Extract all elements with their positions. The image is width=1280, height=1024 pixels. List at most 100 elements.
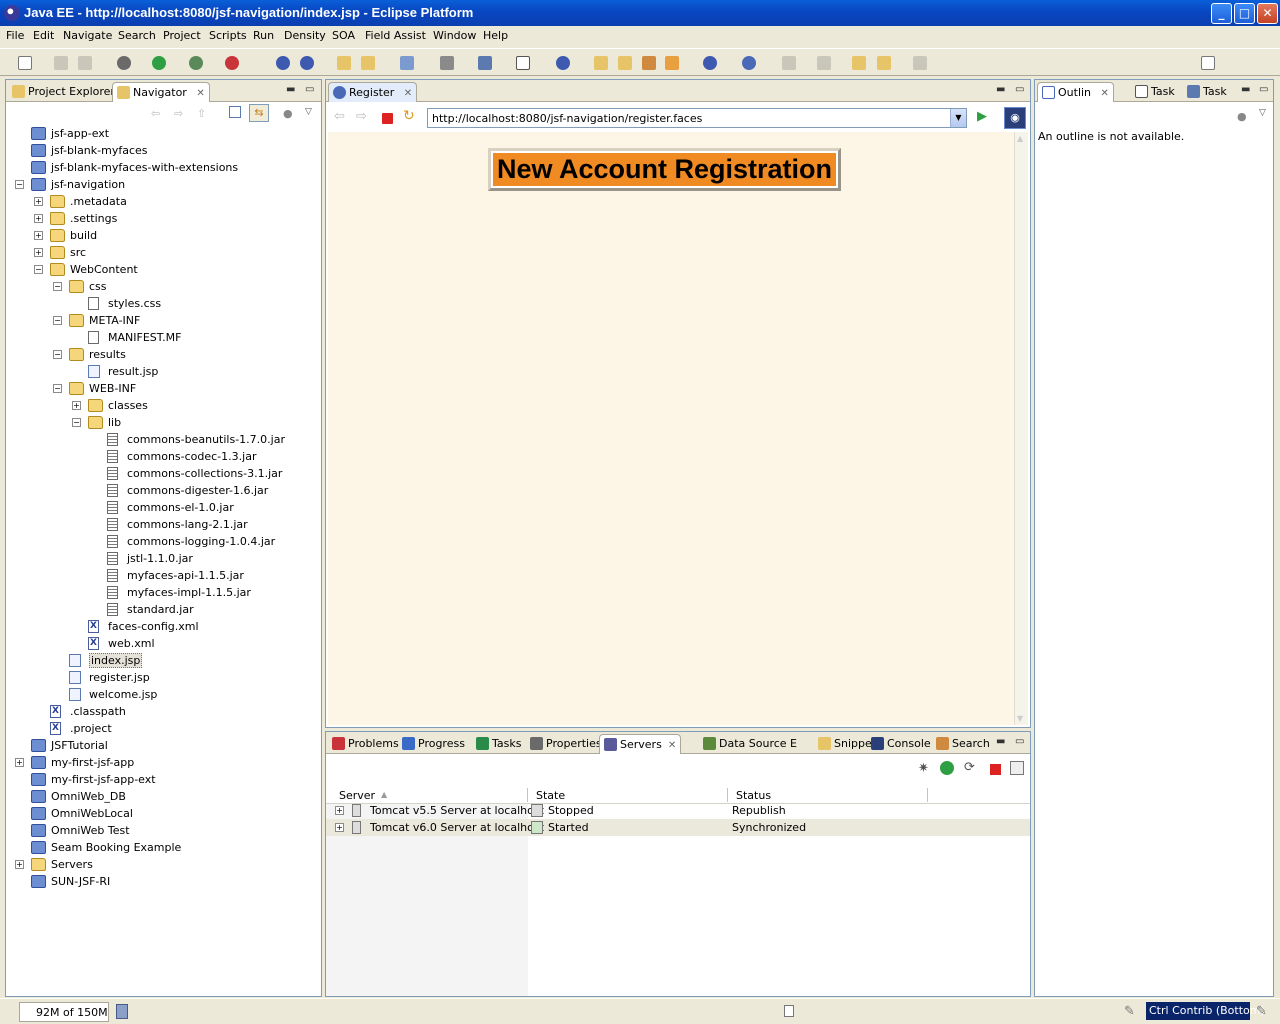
- menu-help[interactable]: Help: [483, 29, 508, 42]
- pen-icon[interactable]: ✎: [1256, 1004, 1267, 1019]
- tab-progress[interactable]: Progress: [398, 734, 469, 754]
- view-menu-icon[interactable]: ▽: [305, 107, 312, 117]
- tree-item[interactable]: X .classpath: [6, 703, 321, 720]
- quick-edit-icon[interactable]: ✎: [1124, 1004, 1135, 1019]
- maximize-view-icon[interactable]: ▭: [305, 84, 314, 95]
- collapse-icon[interactable]: −: [53, 282, 62, 291]
- scroll-down-icon[interactable]: ▼: [1017, 714, 1023, 723]
- stop-server-icon[interactable]: [990, 764, 1001, 775]
- collapse-icon[interactable]: −: [15, 180, 24, 189]
- tree-item[interactable]: jsf-app-ext: [6, 125, 321, 142]
- menu-file[interactable]: File: [6, 29, 24, 42]
- tree-item[interactable]: welcome.jsp: [6, 686, 321, 703]
- tab-register[interactable]: Register ✕: [328, 82, 418, 102]
- tab-search[interactable]: Search: [932, 734, 994, 754]
- publish-icon[interactable]: [1010, 761, 1024, 775]
- tree-item[interactable]: − results: [6, 346, 321, 363]
- tree-item[interactable]: Seam Booking Example: [6, 839, 321, 856]
- external-tools-icon[interactable]: [225, 56, 239, 70]
- tree-item[interactable]: commons-logging-1.0.4.jar: [6, 533, 321, 550]
- run-icon[interactable]: [152, 56, 166, 70]
- tree-item[interactable]: − META-INF: [6, 312, 321, 329]
- maximize-button[interactable]: □: [1234, 3, 1255, 24]
- open-type-icon[interactable]: [337, 56, 351, 70]
- tree-item[interactable]: result.jsp: [6, 363, 321, 380]
- link-with-editor-icon[interactable]: ⇆: [249, 104, 269, 122]
- menu-project[interactable]: Project: [163, 29, 201, 42]
- collapse-icon[interactable]: −: [72, 418, 81, 427]
- open-perspective-icon[interactable]: [1201, 56, 1215, 70]
- collapse-icon[interactable]: −: [53, 350, 62, 359]
- menu-field-assist[interactable]: Field Assist: [365, 29, 426, 42]
- tree-item[interactable]: + .metadata: [6, 193, 321, 210]
- tab-project-explorer[interactable]: Project Explorer: [8, 82, 119, 102]
- tab-data-source-explorer[interactable]: Data Source E: [699, 734, 801, 754]
- tree-item[interactable]: SUN-JSF-RI: [6, 873, 321, 890]
- column-divider[interactable]: [727, 788, 728, 802]
- menu-edit[interactable]: Edit: [33, 29, 54, 42]
- tree-item[interactable]: − lib: [6, 414, 321, 431]
- server-icon[interactable]: [400, 56, 414, 70]
- sphere-icon[interactable]: [703, 56, 717, 70]
- expand-icon[interactable]: +: [34, 231, 43, 240]
- forward-icon[interactable]: ⇨: [174, 107, 183, 120]
- tab-outline[interactable]: Outlin ✕: [1037, 82, 1114, 102]
- tab-console[interactable]: Console: [867, 734, 935, 754]
- tree-item[interactable]: jsf-blank-myfaces-with-extensions: [6, 159, 321, 176]
- expand-icon[interactable]: +: [15, 758, 24, 767]
- menu-navigate[interactable]: Navigate: [63, 29, 112, 42]
- profile-server-icon[interactable]: ⟳: [964, 760, 975, 775]
- collapse-icon[interactable]: −: [53, 384, 62, 393]
- tree-item[interactable]: − jsf-navigation: [6, 176, 321, 193]
- wand-icon[interactable]: [642, 56, 656, 70]
- maximize-view-icon[interactable]: ▭: [1015, 736, 1024, 747]
- tree-item[interactable]: JSFTutorial: [6, 737, 321, 754]
- minimize-editor-icon[interactable]: ▬: [996, 84, 1005, 95]
- table-row[interactable]: + Tomcat v6.0 Server at localhost Starte…: [326, 819, 1030, 836]
- tree-item[interactable]: styles.css: [6, 295, 321, 312]
- menu-density[interactable]: Density: [284, 29, 326, 42]
- maximize-editor-icon[interactable]: ▭: [1015, 84, 1024, 95]
- url-dropdown-icon[interactable]: ▼: [950, 109, 966, 127]
- go-icon[interactable]: ▶: [977, 109, 987, 124]
- document-icon[interactable]: [516, 56, 530, 70]
- tab-task-repositories[interactable]: Task: [1183, 82, 1231, 102]
- tree-item[interactable]: commons-beanutils-1.7.0.jar: [6, 431, 321, 448]
- print-icon[interactable]: [78, 56, 92, 70]
- close-tab-icon[interactable]: ✕: [1101, 88, 1109, 99]
- tree-item[interactable]: commons-collections-3.1.jar: [6, 465, 321, 482]
- minimize-view-icon[interactable]: ▬: [1241, 84, 1250, 95]
- menu-search[interactable]: Search: [118, 29, 156, 42]
- eclipse-web-icon[interactable]: ◉: [1004, 107, 1026, 129]
- menu-soa[interactable]: SOA: [332, 29, 355, 42]
- tab-task-list[interactable]: Task: [1131, 82, 1179, 102]
- maximize-view-icon[interactable]: ▭: [1259, 84, 1268, 95]
- tree-item[interactable]: + .settings: [6, 210, 321, 227]
- column-divider[interactable]: [927, 788, 928, 802]
- tree-item[interactable]: − css: [6, 278, 321, 295]
- tree-item[interactable]: index.jsp: [6, 652, 321, 669]
- tree-item[interactable]: register.jsp: [6, 669, 321, 686]
- tree-item[interactable]: − WebContent: [6, 261, 321, 278]
- tree-item[interactable]: jsf-blank-myfaces: [6, 142, 321, 159]
- tab-problems[interactable]: Problems: [328, 734, 403, 754]
- outline-filter-icon[interactable]: ●: [1237, 110, 1247, 123]
- tree-item[interactable]: jstl-1.1.0.jar: [6, 550, 321, 567]
- connect-icon[interactable]: [556, 56, 570, 70]
- tree-item[interactable]: MANIFEST.MF: [6, 329, 321, 346]
- tree-item[interactable]: − WEB-INF: [6, 380, 321, 397]
- package-icon[interactable]: [478, 56, 492, 70]
- pencil-icon[interactable]: [665, 56, 679, 70]
- tree-item[interactable]: + classes: [6, 397, 321, 414]
- minimize-view-icon[interactable]: ▬: [286, 84, 295, 95]
- web-browser-icon[interactable]: [300, 56, 314, 70]
- menu-scripts[interactable]: Scripts: [209, 29, 247, 42]
- collapse-icon[interactable]: −: [34, 265, 43, 274]
- open-folder-icon[interactable]: [594, 56, 608, 70]
- expand-icon[interactable]: +: [15, 860, 24, 869]
- notification-icon[interactable]: [784, 1005, 794, 1017]
- tab-properties[interactable]: Properties: [526, 734, 606, 754]
- minimize-button[interactable]: _: [1211, 3, 1232, 24]
- column-status[interactable]: Status: [736, 789, 771, 802]
- tab-servers[interactable]: Servers ✕: [599, 734, 682, 754]
